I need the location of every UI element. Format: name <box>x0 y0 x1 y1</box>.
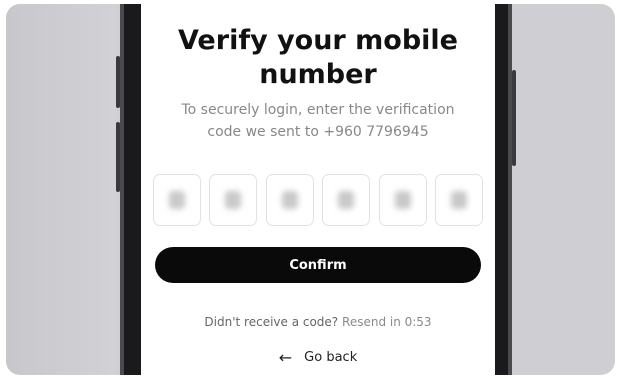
title-line: number <box>259 59 377 90</box>
photo-frame: Verify your mobile number To securely lo… <box>6 4 615 375</box>
phone-edge-left <box>120 4 124 375</box>
phone-side-button <box>116 56 120 108</box>
code-digit-box-4[interactable] <box>322 174 371 226</box>
blurred-digit <box>225 191 242 209</box>
go-back-label: Go back <box>304 350 358 365</box>
code-digit-box-5[interactable] <box>378 174 427 226</box>
instructions-line: code we sent to +960 7796945 <box>207 124 429 140</box>
blurred-digit <box>338 191 355 209</box>
resend-prompt: Didn't receive a code? <box>204 315 339 329</box>
instructions-text: To securely login, enter the verificatio… <box>157 99 479 143</box>
code-digit-box-6[interactable] <box>434 174 483 226</box>
phone-edge-right <box>508 4 512 375</box>
phone-screen: Verify your mobile number To securely lo… <box>141 4 495 375</box>
arrow-left-icon: ← <box>278 348 293 367</box>
page-title: Verify your mobile number <box>141 24 495 92</box>
code-digit-box-3[interactable] <box>265 174 314 226</box>
phone-side-button <box>116 122 120 192</box>
code-digit-box-2[interactable] <box>209 174 258 226</box>
go-back-link[interactable]: ← Go back <box>141 348 495 367</box>
resend-link[interactable]: Resend in 0:53 <box>342 315 432 329</box>
instructions-line: To securely login, enter the verificatio… <box>181 102 455 118</box>
resend-row: Didn't receive a code? Resend in 0:53 <box>141 315 495 329</box>
verification-code-input <box>153 174 483 226</box>
blurred-digit <box>394 191 411 209</box>
code-digit-box-1[interactable] <box>153 174 201 226</box>
blurred-digit <box>450 191 467 209</box>
blurred-digit <box>169 191 185 209</box>
confirm-button[interactable]: Confirm <box>155 247 481 283</box>
confirm-button-label: Confirm <box>289 257 347 273</box>
title-line: Verify your mobile <box>178 25 458 56</box>
background <box>6 4 116 375</box>
blurred-digit <box>281 191 298 209</box>
phone-side-button <box>512 70 516 166</box>
